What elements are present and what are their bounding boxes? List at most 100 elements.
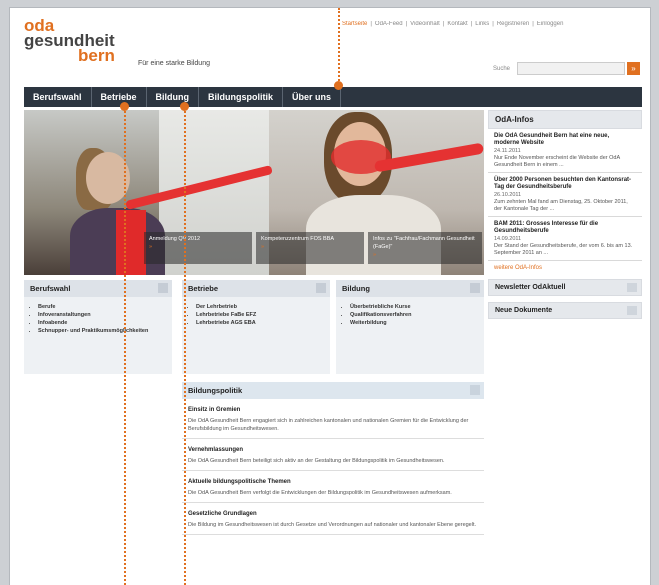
top-nav-einloggen[interactable]: Einloggen <box>537 21 564 27</box>
panel-link[interactable]: Weiterbildung <box>350 319 484 327</box>
annotation-marker <box>120 102 129 111</box>
panel-link[interactable]: Qualifikationsverfahren <box>350 311 484 319</box>
hero-caption-text: Kompetenzzentrum FOS BBA <box>261 236 335 242</box>
hero-caption-arrow: » <box>373 252 377 258</box>
panel-list: Der Lehrbetrieb Lehrbetriebe FaBe EFZ Le… <box>182 303 330 327</box>
policy-item[interactable]: Aktuelle bildungspolitische Themen Die O… <box>182 471 484 503</box>
expand-icon[interactable] <box>627 306 637 315</box>
panel-bildung: Bildung Überbetriebliche Kurse Qualifika… <box>336 280 484 374</box>
main-nav-bildungspolitik[interactable]: Bildungspolitik <box>199 87 284 107</box>
hero-caption-arrow: » <box>149 244 153 250</box>
hero-red-highlight <box>116 210 146 275</box>
panel-berufswahl: Berufswahl Berufe Infoveranstaltungen In… <box>24 280 172 374</box>
policy-title: Einsitz in Gremien <box>188 407 241 413</box>
panel-title-text: Bildungspolitik <box>188 386 243 395</box>
hero-image: Anmeldung QV 2012 » Kompetenzzentrum FOS… <box>24 110 484 275</box>
logo-line-bern: bern <box>78 46 115 65</box>
documents-box[interactable]: Neue Dokumente <box>488 302 642 319</box>
policy-item[interactable]: Gesetzliche Grundlagen Die Bildung im Ge… <box>182 503 484 535</box>
news-text: Der Stand der Gesundheitsberufe, der vom… <box>494 243 633 256</box>
logo[interactable]: oda gesundheit bern <box>24 17 115 65</box>
hero-caption-text: Anmeldung QV 2012 <box>149 236 201 242</box>
panel-title-text: Bildung <box>342 284 370 293</box>
panel-title-text: Betriebe <box>188 284 219 293</box>
news-date: 24.11.2011 <box>494 148 521 154</box>
top-nav-separator: | <box>532 21 534 27</box>
panel-title: Berufswahl <box>24 280 172 297</box>
sidebar-title: OdA-Infos <box>488 110 642 129</box>
top-nav-startseite[interactable]: Startseite <box>342 21 367 27</box>
policy-text: Die OdA Gesundheit Bern verfolgt die Ent… <box>188 490 452 496</box>
hero-caption-1[interactable]: Anmeldung QV 2012 » <box>144 232 252 264</box>
expand-icon[interactable] <box>627 283 637 292</box>
policy-text: Die OdA Gesundheit Bern beteiligt sich a… <box>188 458 445 464</box>
top-nav-kontakt[interactable]: Kontakt <box>447 21 467 27</box>
panel-list: Überbetriebliche Kurse Qualifikationsver… <box>336 303 484 327</box>
policy-title: Aktuelle bildungspolitische Themen <box>188 479 291 485</box>
news-item[interactable]: Die OdA Gesundheit Bern hat eine neue, m… <box>488 129 642 173</box>
annotation-dotted-line <box>184 106 186 585</box>
panel-link[interactable]: Lehrbetriebe FaBe EFZ <box>196 311 330 319</box>
more-news-link[interactable]: weitere OdA-Infos <box>488 261 642 273</box>
expand-icon[interactable] <box>316 283 326 293</box>
expand-icon[interactable] <box>158 283 168 293</box>
annotation-dotted-line <box>338 8 340 84</box>
top-nav-oda-feed[interactable]: OdA-Feed <box>375 21 403 27</box>
top-nav-separator: | <box>470 21 473 27</box>
expand-icon[interactable] <box>470 385 480 395</box>
search-button[interactable]: » <box>627 62 640 75</box>
panel-title-text: Berufswahl <box>30 284 71 293</box>
main-nav-berufswahl[interactable]: Berufswahl <box>24 87 92 107</box>
newsletter-box[interactable]: Newsletter OdAktuell <box>488 279 642 296</box>
news-date: 14.09.2011 <box>494 236 522 242</box>
panel-link[interactable]: Berufe <box>38 303 172 311</box>
hero-caption-arrow: » <box>261 244 265 250</box>
bildungspolitik-panel: Bildungspolitik Einsitz in Gremien Die O… <box>182 382 484 585</box>
tagline: Für eine starke Bildung <box>138 60 210 67</box>
panel-link[interactable]: Lehrbetriebe AGS EBA <box>196 319 330 327</box>
documents-box-label: Neue Dokumente <box>495 307 553 314</box>
panel-link[interactable]: Infoveranstaltungen <box>38 311 172 319</box>
top-nav-videoinhalt[interactable]: Videoinhalt <box>410 21 440 27</box>
main-nav: Berufswahl Betriebe Bildung Bildungspoli… <box>24 87 642 107</box>
panel-link[interactable]: Der Lehrbetrieb <box>196 303 330 311</box>
hero-caption-3[interactable]: Infos zu "Fachfrau/Fachmann Gesundheit (… <box>368 232 482 264</box>
news-title: Die OdA Gesundheit Bern hat eine neue, m… <box>494 133 610 146</box>
news-text: Zum zehnten Mal fand am Dienstag, 25. Ok… <box>494 199 628 212</box>
top-nav-separator: | <box>492 21 494 27</box>
annotation-marker <box>334 81 343 90</box>
top-nav: Startseite | OdA-Feed | Videoinhalt | Kontakt |… <box>342 21 642 27</box>
sidebar: OdA-Infos Die OdA Gesundheit Bern hat ei… <box>488 110 642 319</box>
panel-betriebe: Betriebe Der Lehrbetrieb Lehrbetriebe Fa… <box>182 280 330 374</box>
panel-title: Betriebe <box>182 280 330 297</box>
top-nav-registrieren[interactable]: Registrieren <box>497 21 529 27</box>
panel-link[interactable]: Infoabende <box>38 319 172 327</box>
hero-caption-text: Infos zu "Fachfrau/Fachmann Gesundheit (… <box>373 236 475 250</box>
policy-text: Die Bildung im Gesundheitswesen ist durc… <box>188 522 477 528</box>
panel-title: Bildung <box>336 280 484 297</box>
policy-text: Die OdA Gesundheit Bern engagiert sich i… <box>188 418 469 432</box>
policy-title: Vernehmlassungen <box>188 447 244 453</box>
news-text: Nur Ende November erscheint die Website … <box>494 155 620 168</box>
news-title: BAM 2011: Grosses Interesse für die Gesu… <box>494 221 599 234</box>
search-input[interactable] <box>517 62 625 75</box>
panel-link[interactable]: Schnupper- und Praktikumsmöglichkeiten <box>38 327 172 335</box>
annotation-dotted-line <box>124 106 126 585</box>
policy-item[interactable]: Einsitz in Gremien Die OdA Gesundheit Be… <box>182 399 484 439</box>
news-item[interactable]: Über 2000 Personen besuchten den Kantons… <box>488 173 642 217</box>
policy-item[interactable]: Vernehmlassungen Die OdA Gesundheit Bern… <box>182 439 484 471</box>
policy-title: Gesetzliche Grundlagen <box>188 511 257 517</box>
main-nav-betriebe[interactable]: Betriebe <box>92 87 147 107</box>
top-nav-separator: | <box>370 21 372 27</box>
annotation-marker <box>180 102 189 111</box>
top-nav-links[interactable]: Links <box>475 21 489 27</box>
hero-caption-2[interactable]: Kompetenzzentrum FOS BBA » <box>256 232 364 264</box>
expand-icon[interactable] <box>470 283 480 293</box>
panel-title: Bildungspolitik <box>182 382 484 399</box>
news-item[interactable]: BAM 2011: Grosses Interesse für die Gesu… <box>488 217 642 261</box>
main-nav-bildung[interactable]: Bildung <box>147 87 200 107</box>
top-nav-separator: | <box>405 21 408 27</box>
search-label: Suche <box>493 66 511 72</box>
main-nav-ueber-uns[interactable]: Über uns <box>283 87 342 107</box>
panel-link[interactable]: Überbetriebliche Kurse <box>350 303 484 311</box>
